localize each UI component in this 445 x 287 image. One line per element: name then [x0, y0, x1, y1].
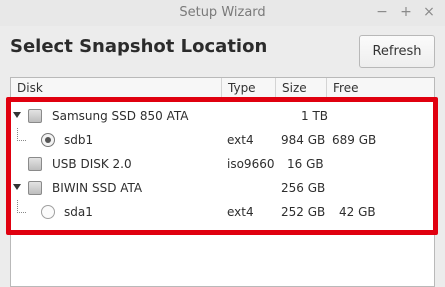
title-bar: Setup Wizard − + × [0, 0, 445, 26]
partition-free: 689 GB [332, 133, 377, 147]
close-icon[interactable]: × [421, 3, 437, 21]
disk-name: BIWIN SSD ATA [52, 181, 143, 195]
disk-table: Disk Type Size Free Samsung SSD 850 ATA … [10, 77, 435, 287]
column-header-size[interactable]: Size [275, 78, 326, 98]
column-header-disk[interactable]: Disk [11, 78, 221, 98]
disk-name: Samsung SSD 850 ATA [52, 109, 189, 123]
disk-drive-icon [28, 181, 42, 195]
partition-type: ext4 [227, 205, 254, 219]
page-title: Select Snapshot Location [10, 36, 268, 57]
table-row[interactable]: sdb1 ext4 984 GB 689 GB [11, 128, 434, 152]
table-row[interactable]: sda1 ext4 252 GB 42 GB [11, 200, 434, 224]
maximize-icon[interactable]: + [398, 3, 414, 21]
radio-selected-icon[interactable] [41, 133, 55, 147]
partition-free: 42 GB [339, 205, 376, 219]
table-row[interactable]: Samsung SSD 850 ATA 1 TB [11, 104, 434, 128]
disk-size: 1 TB [301, 109, 329, 123]
disk-type: iso9660 [227, 157, 275, 171]
disk-size: 256 GB [281, 181, 326, 195]
column-header-type[interactable]: Type [221, 78, 275, 98]
radio-unselected-icon[interactable] [41, 205, 55, 219]
partition-size: 984 GB [281, 133, 326, 147]
disk-drive-icon [28, 157, 42, 171]
expander-down-icon[interactable] [13, 112, 21, 118]
disk-name: USB DISK 2.0 [52, 157, 132, 171]
partition-size: 252 GB [281, 205, 326, 219]
table-row[interactable]: USB DISK 2.0 iso9660 16 GB [11, 152, 434, 176]
tree-connector [17, 128, 26, 141]
disk-size: 16 GB [287, 157, 324, 171]
refresh-button[interactable]: Refresh [359, 35, 435, 68]
expander-down-icon[interactable] [13, 184, 21, 190]
tree-connector [17, 200, 26, 213]
column-header-free[interactable]: Free [326, 78, 376, 98]
table-row[interactable]: BIWIN SSD ATA 256 GB [11, 176, 434, 200]
partition-type: ext4 [227, 133, 254, 147]
partition-name: sdb1 [64, 133, 94, 147]
table-header: Disk Type Size Free [11, 78, 434, 99]
disk-drive-icon [28, 109, 42, 123]
minimize-icon[interactable]: − [374, 3, 390, 21]
partition-name: sda1 [64, 205, 93, 219]
